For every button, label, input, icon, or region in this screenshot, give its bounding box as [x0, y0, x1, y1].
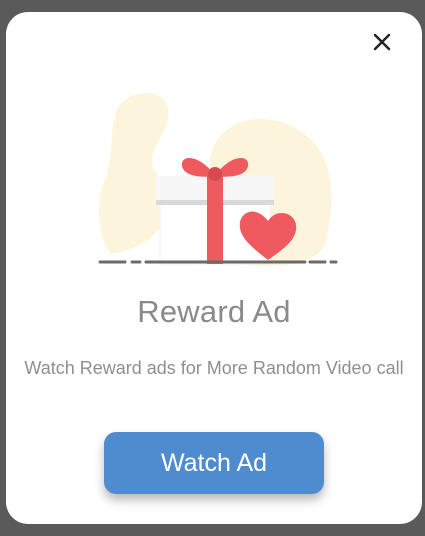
gift-heart-icon — [98, 93, 338, 267]
close-button[interactable] — [368, 28, 396, 56]
close-icon — [373, 33, 391, 51]
reward-ad-dialog: Reward Ad Watch Reward ads for More Rand… — [6, 12, 422, 524]
dialog-message: Watch Reward ads for More Random Video c… — [24, 358, 404, 378]
watch-ad-button[interactable]: Watch Ad — [104, 432, 324, 494]
dialog-title: Reward Ad — [137, 294, 291, 329]
